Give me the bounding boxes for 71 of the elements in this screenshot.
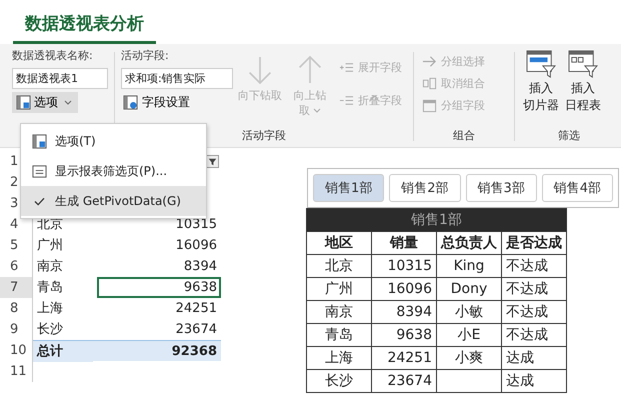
table-cell: Dony [436, 278, 502, 300]
options-button[interactable]: 选项 [12, 92, 78, 113]
field-label: 数据透视表名称: [12, 48, 94, 63]
check-icon [34, 196, 44, 206]
table-cell-text: 南京 [36, 258, 64, 276]
table-cell-text: 广州 [36, 237, 64, 255]
table-cell: 92368 [93, 340, 221, 361]
table-cell: 16096 [372, 278, 436, 300]
caret-icon [64, 100, 72, 106]
table-cell: 不达成 [502, 324, 566, 346]
table-icon [16, 95, 31, 110]
column-header: 销量 [372, 232, 436, 254]
table-cell: 24251 [372, 346, 436, 370]
slicer-button[interactable]: 销售1部 [313, 174, 384, 202]
table-cell: 南京 [306, 300, 372, 324]
column-header: 是否达成 [502, 232, 566, 254]
column-header: 总负责人 [436, 232, 502, 254]
field-settings-button[interactable]: 字段设置 [121, 92, 192, 113]
table-cell: 总计 [33, 340, 93, 362]
column-header: 地区 [306, 232, 372, 254]
table-cell: 上海 [306, 346, 372, 370]
table-cell: 9638 [372, 324, 436, 346]
settings-icon [123, 95, 138, 110]
table-cell: 北京 [306, 254, 372, 278]
table-cell-text: 23674 [174, 321, 218, 339]
table-cell-text: 上海 [36, 300, 64, 318]
timeline-icon [568, 50, 598, 78]
table-cell: 青岛 [306, 324, 372, 346]
slicer-icon [526, 50, 556, 78]
menu-item[interactable]: 生成 GetPivotData(G) [21, 186, 206, 216]
table-cell: 长沙 [306, 370, 372, 392]
report-icon [32, 164, 46, 178]
group-label: 组合 [452, 128, 476, 143]
table-cell-text: 长沙 [36, 321, 64, 339]
group-label: 活动字段 [241, 128, 287, 143]
table-cell: 达成 [502, 370, 566, 392]
arrow-down-icon [247, 54, 273, 86]
filter-icon[interactable] [206, 155, 219, 168]
table-cell: 达成 [502, 346, 566, 370]
insert-button[interactable]: 插入 切片器 [521, 48, 561, 116]
table-cell-text: 8394 [182, 258, 218, 276]
calendar-icon [422, 98, 437, 113]
table-title: 销售1部 [306, 208, 566, 232]
table-cell-text: 24251 [174, 300, 218, 318]
table-cell: 不达成 [502, 278, 566, 300]
table-cell: 不达成 [502, 300, 566, 324]
pivot-name-field[interactable]: 数据透视表1 [12, 68, 108, 89]
field-label: 活动字段: [121, 48, 170, 63]
active-field-input[interactable]: 求和项:销售实际 [121, 68, 233, 89]
table-cell: 8394 [372, 300, 436, 324]
table-cell: 10315 [372, 254, 436, 278]
slicer-button[interactable]: 销售2部 [389, 174, 460, 202]
table-cell: 9638 [97, 277, 221, 298]
table-cell: King [436, 254, 502, 278]
ungroup-icon [422, 76, 437, 91]
table-cell: 不达成 [502, 254, 566, 278]
insert-button[interactable]: 插入 日程表 [563, 48, 603, 116]
table-cell-text: 16096 [174, 237, 218, 255]
table-icon [32, 134, 46, 148]
slicer-button[interactable]: 销售4部 [542, 174, 613, 202]
table-cell-text: 青岛 [36, 279, 64, 297]
table-cell: 小敏 [436, 300, 502, 324]
arrow-up-icon [297, 54, 323, 86]
table-cell: 广州 [306, 278, 372, 300]
slicer-button[interactable]: 销售3部 [466, 174, 537, 202]
table-cell: 23674 [372, 370, 436, 392]
row-number: 7 [0, 277, 33, 298]
table-cell: 小爽 [436, 346, 502, 370]
group-label: 筛选 [557, 128, 581, 143]
arrow-right-icon [422, 54, 437, 69]
table-cell: 小E [436, 324, 502, 346]
